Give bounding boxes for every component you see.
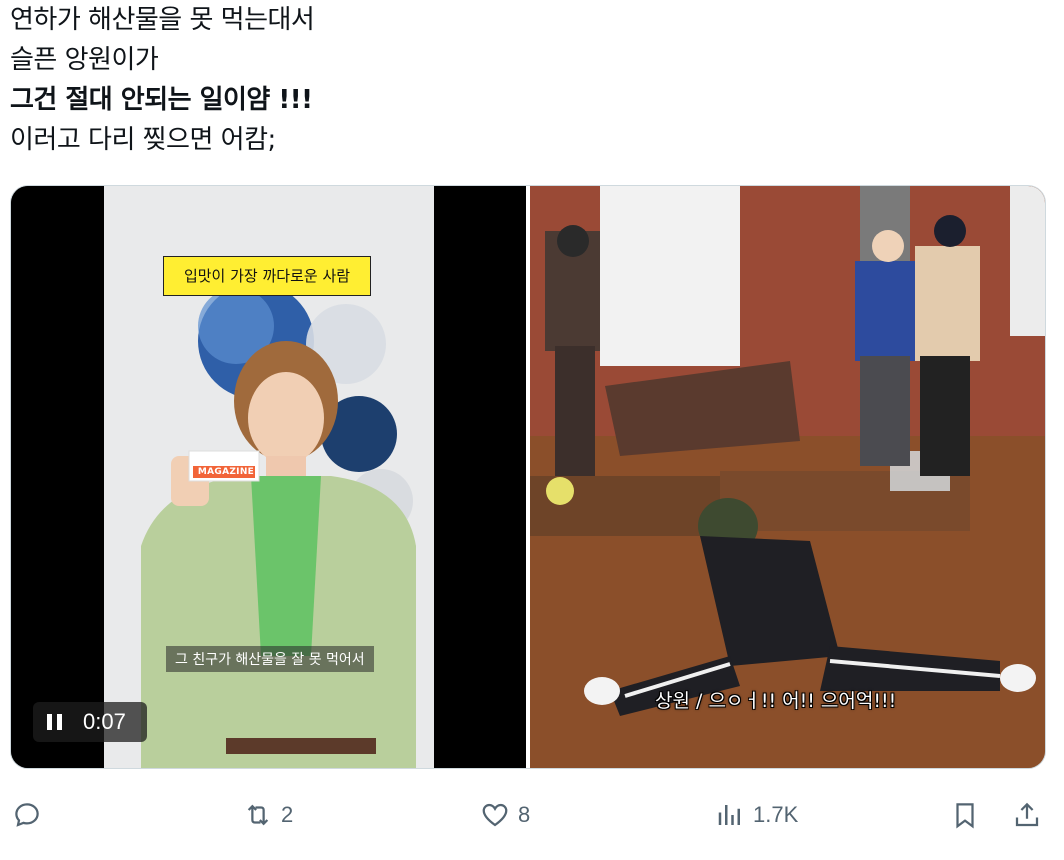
share-button[interactable] [1012,790,1042,840]
tweet-line-2: 슬픈 앙원이가 [10,45,159,75]
share-icon [1015,802,1039,827]
magazine-card-text: MAGAZINE [197,467,255,477]
views-icon [718,805,740,825]
tweet-line-4: 이러고 다리 찢으면 어캄; [10,125,276,155]
reply-button[interactable] [12,790,42,840]
pause-icon[interactable] [47,714,63,730]
left-video[interactable]: 입맛이 가장 까다로운 사람 MAGAZINE 그 친구가 해산물을 잘 못 먹… [11,186,526,768]
tweet-line-3-bold: 그건 절대 안되는 일이얌 !!! [10,85,313,115]
left-video-subtitle: 그 친구가 해산물을 잘 못 먹어서 [166,646,374,672]
right-video-subtitle: 상원 / 으ㅇㅓ!! 어!! 으어억!!! [655,690,897,712]
video-player-control[interactable]: 0:07 [33,702,147,742]
retweet-icon [247,804,269,826]
left-video-top-caption: 입맛이 가장 까다로운 사람 [163,256,371,296]
media-container[interactable]: 입맛이 가장 까다로운 사람 MAGAZINE 그 친구가 해산물을 잘 못 먹… [10,185,1046,769]
like-button[interactable]: 8 [480,790,530,840]
tweet-text: 연하가 해산물을 못 먹는대서 슬픈 앙원이가 그건 절대 안되는 일이얌 !!… [10,0,1050,160]
heart-icon [482,803,508,827]
retweet-button[interactable]: 2 [243,790,293,840]
bookmark-icon [956,803,974,829]
tweet-actions: 2 8 1.7K [0,790,1064,840]
right-video[interactable]: 상원 / 으ㅇㅓ!! 어!! 으어억!!! [530,186,1045,768]
video-time: 0:07 [83,709,126,734]
reply-icon [15,803,39,827]
like-count: 8 [518,802,531,827]
retweet-count: 2 [281,802,294,827]
views-count: 1.7K [753,802,799,827]
bookmark-button[interactable] [950,790,980,840]
views-button[interactable]: 1.7K [715,790,798,840]
tweet-line-1: 연하가 해산물을 못 먹는대서 [10,5,315,35]
right-video-frame [530,186,1045,768]
